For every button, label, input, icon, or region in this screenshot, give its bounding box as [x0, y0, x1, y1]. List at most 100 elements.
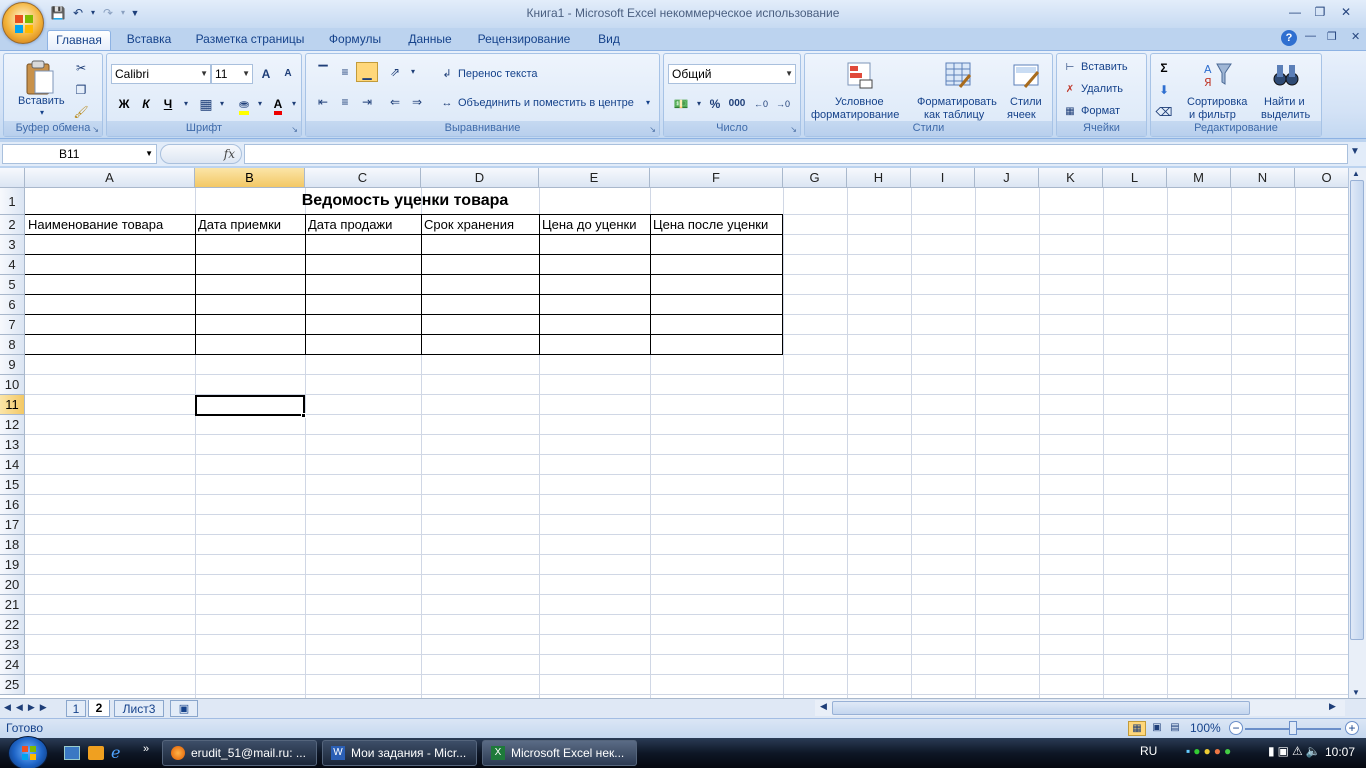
help-icon[interactable]: ?: [1281, 30, 1297, 46]
office-button[interactable]: [2, 2, 44, 44]
wrap-text-icon[interactable]: ↲: [436, 64, 458, 84]
minimize-button[interactable]: —: [1284, 3, 1306, 21]
language-indicator[interactable]: RU: [1140, 744, 1157, 758]
delete-cells-button[interactable]: Удалить: [1081, 83, 1123, 95]
scroll-up-icon[interactable]: ▲: [1352, 169, 1360, 178]
horizontal-scroll-thumb[interactable]: [832, 701, 1250, 715]
paste-button[interactable]: Вставить: [18, 95, 65, 107]
increase-decimal-icon[interactable]: ←0: [750, 94, 772, 114]
normal-view-icon[interactable]: ▦: [1128, 721, 1146, 736]
column-header[interactable]: A: [25, 168, 195, 188]
system-tray-icons[interactable]: ▮▣⚠🔈: [1268, 744, 1324, 758]
row-header[interactable]: 17: [0, 515, 25, 535]
row-header[interactable]: 7: [0, 315, 25, 335]
sheet-tab[interactable]: Лист3: [114, 700, 164, 717]
start-button[interactable]: [8, 736, 48, 768]
format-as-table-icon[interactable]: [943, 60, 973, 90]
number-launcher-icon[interactable]: ↘: [790, 125, 797, 134]
name-box[interactable]: B11 ▼: [2, 144, 157, 164]
column-header[interactable]: K: [1039, 168, 1103, 188]
conditional-formatting-label[interactable]: Условное: [835, 96, 884, 108]
conditional-formatting-label-2[interactable]: форматирование: [811, 109, 899, 121]
delete-cells-icon[interactable]: ✗: [1059, 80, 1081, 100]
align-right-icon[interactable]: ⇥: [356, 92, 378, 112]
column-header[interactable]: C: [305, 168, 421, 188]
header-cell[interactable]: Срок хранения: [422, 215, 539, 235]
borders-dropdown-icon[interactable]: ▾: [211, 94, 233, 114]
header-cell[interactable]: Цена после уценки: [651, 215, 783, 235]
worksheet-grid[interactable]: A B C D E F G H I J K L M N O 1 2 3 4 5 …: [0, 168, 1348, 698]
quicklaunch-more-icon[interactable]: »: [143, 743, 149, 755]
tab-data[interactable]: Данные: [401, 30, 459, 50]
taskbar-item-active[interactable]: X Microsoft Excel нек...: [482, 740, 637, 766]
column-header[interactable]: L: [1103, 168, 1167, 188]
select-all-button[interactable]: [0, 168, 25, 188]
thousands-button[interactable]: 000: [726, 94, 748, 114]
tab-home[interactable]: Главная: [47, 30, 111, 50]
row-header[interactable]: 23: [0, 635, 25, 655]
row-header[interactable]: 19: [0, 555, 25, 575]
percent-button[interactable]: %: [704, 94, 726, 114]
row-header[interactable]: 20: [0, 575, 25, 595]
ribbon-minimize-icon[interactable]: —: [1305, 30, 1316, 42]
sort-filter-label[interactable]: Сортировка: [1187, 96, 1247, 108]
cell-styles-label-2[interactable]: ячеек: [1007, 109, 1036, 121]
align-center-icon[interactable]: ≡: [334, 92, 356, 112]
wrap-text-button[interactable]: Перенос текста: [458, 68, 538, 80]
row-header[interactable]: 24: [0, 655, 25, 675]
grow-font-button[interactable]: A: [255, 64, 277, 84]
bold-button[interactable]: Ж: [113, 94, 135, 114]
tab-view[interactable]: Вид: [590, 30, 628, 50]
format-cells-icon[interactable]: ▦: [1059, 102, 1081, 122]
sheet-title[interactable]: Ведомость уценки товара: [25, 191, 783, 211]
italic-button[interactable]: К: [135, 94, 157, 114]
row-header[interactable]: 1: [0, 188, 25, 215]
font-launcher-icon[interactable]: ↘: [291, 125, 298, 134]
number-format-combo[interactable]: Общий ▼: [668, 64, 796, 84]
row-header[interactable]: 12: [0, 415, 25, 435]
decrease-decimal-icon[interactable]: →0: [772, 94, 794, 114]
tray-app-icons[interactable]: ▪●●●●: [1186, 744, 1234, 758]
find-select-icon[interactable]: [1271, 60, 1301, 90]
cut-icon[interactable]: ✂: [70, 58, 92, 78]
shrink-font-button[interactable]: A: [277, 64, 299, 84]
row-header[interactable]: 10: [0, 375, 25, 395]
cell-styles-icon[interactable]: [1011, 60, 1041, 90]
paste-icon[interactable]: [22, 58, 58, 98]
header-cell[interactable]: Наименование товара: [26, 215, 195, 235]
row-header[interactable]: 9: [0, 355, 25, 375]
clock[interactable]: 10:07: [1325, 745, 1355, 759]
row-header[interactable]: 2: [0, 215, 25, 235]
insert-cells-button[interactable]: Вставить: [1081, 61, 1128, 73]
fill-handle[interactable]: [301, 413, 306, 418]
find-select-label[interactable]: Найти и: [1264, 96, 1305, 108]
restore-button[interactable]: ❐: [1309, 3, 1331, 21]
header-cell[interactable]: Дата приемки: [196, 215, 305, 235]
scroll-right-icon[interactable]: ▶: [1329, 701, 1336, 712]
workbook-close-icon[interactable]: ✕: [1351, 30, 1360, 43]
column-header[interactable]: F: [650, 168, 783, 188]
alignment-launcher-icon[interactable]: ↘: [649, 125, 656, 134]
close-button[interactable]: ✕: [1335, 3, 1357, 21]
merge-dropdown-icon[interactable]: ▾: [646, 98, 650, 107]
formula-input[interactable]: [244, 144, 1348, 164]
cell-styles-label[interactable]: Стили: [1010, 96, 1042, 108]
orientation-dropdown-icon[interactable]: ▾: [402, 62, 424, 82]
header-cell[interactable]: Цена до уценки: [540, 215, 650, 235]
scroll-down-icon[interactable]: ▼: [1352, 688, 1360, 697]
clipboard-launcher-icon[interactable]: ↘: [92, 125, 99, 134]
row-header[interactable]: 6: [0, 295, 25, 315]
align-middle-icon[interactable]: ≡: [334, 62, 356, 82]
sheet-nav-icons[interactable]: ◀◀▶▶: [4, 702, 52, 713]
copy-icon[interactable]: ❐: [70, 80, 92, 100]
expand-formula-bar-icon[interactable]: ▼: [1350, 146, 1360, 157]
sheet-tab-active[interactable]: 2: [88, 700, 110, 717]
page-break-view-icon[interactable]: ▤: [1166, 721, 1184, 736]
active-cell[interactable]: [195, 395, 305, 416]
sort-filter-icon[interactable]: АЯ: [1203, 60, 1233, 90]
format-as-table-label[interactable]: Форматировать: [917, 96, 997, 108]
column-header[interactable]: D: [421, 168, 539, 188]
column-header[interactable]: J: [975, 168, 1039, 188]
clear-icon[interactable]: ⌫: [1153, 102, 1175, 122]
column-header[interactable]: G: [783, 168, 847, 188]
